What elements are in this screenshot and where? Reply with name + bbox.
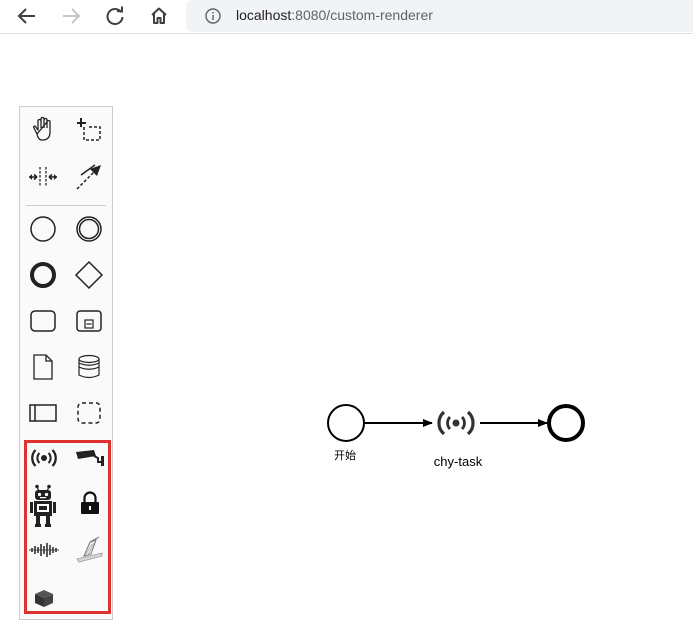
url-path: :8080/custom-renderer bbox=[291, 7, 433, 23]
home-icon[interactable] bbox=[145, 3, 173, 29]
back-icon[interactable] bbox=[13, 3, 41, 29]
address-bar[interactable]: localhost:8080/custom-renderer bbox=[186, 0, 693, 32]
reload-icon[interactable] bbox=[101, 3, 129, 29]
url-host: localhost bbox=[236, 7, 292, 23]
task-label: chy-task bbox=[433, 454, 483, 469]
diagram-svg bbox=[327, 404, 585, 442]
browser-toolbar: localhost:8080/custom-renderer bbox=[0, 0, 693, 34]
diagram-canvas[interactable] bbox=[0, 35, 693, 627]
start-event bbox=[327, 404, 365, 442]
end-event bbox=[547, 404, 585, 442]
url-text[interactable]: localhost:8080/custom-renderer bbox=[236, 7, 433, 23]
chy-task-shape bbox=[437, 410, 475, 436]
forward-icon[interactable] bbox=[57, 3, 85, 29]
start-event-label: 开始 bbox=[334, 450, 356, 462]
info-icon[interactable] bbox=[204, 7, 222, 30]
